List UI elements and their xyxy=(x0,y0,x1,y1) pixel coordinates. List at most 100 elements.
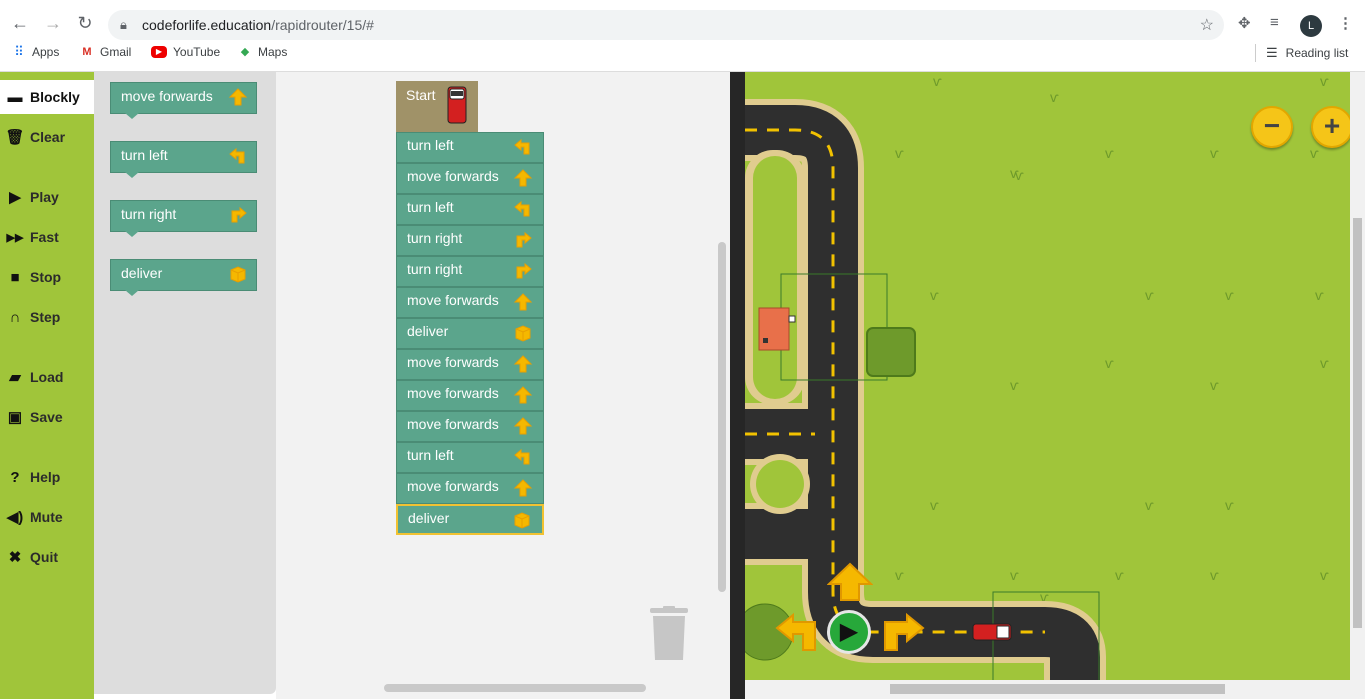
menu-clear[interactable]: 🗑︎ Clear xyxy=(0,120,94,154)
svg-text:ѵ: ѵ xyxy=(1210,145,1219,161)
zoom-in-button[interactable]: + xyxy=(1311,106,1350,148)
arrow-up-icon xyxy=(513,169,533,187)
toolbox-block-deliver[interactable]: deliver xyxy=(110,259,257,291)
arrow-right-control-icon[interactable] xyxy=(879,612,925,652)
bookmarks-separator xyxy=(1255,44,1256,62)
media-queue-icon[interactable]: ≡ xyxy=(1270,14,1279,31)
start-block[interactable]: Start xyxy=(396,81,478,132)
close-icon: ✖ xyxy=(8,549,22,566)
program-block-move-forwards[interactable]: move forwards xyxy=(396,163,544,194)
bookmark-star-icon[interactable]: ☆ xyxy=(1200,15,1214,35)
reload-icon[interactable]: ↻ xyxy=(74,12,96,34)
program-block-move-forwards[interactable]: move forwards xyxy=(396,380,544,411)
save-icon: ▣ xyxy=(7,409,23,426)
bookmark-apps[interactable]: ⠿ Apps xyxy=(12,44,59,60)
program-block-turn-right[interactable]: turn right xyxy=(396,225,544,256)
trash-icon: 🗑︎ xyxy=(5,129,25,146)
game-map[interactable]: ѵѵѵѵ ѵѵѵѵ ѵѵѵѵ ѵѵѵѵ ѵѵѵѵ ѵѵѵѵ ѵѵ − + ▶ xyxy=(745,72,1350,680)
apps-grid-icon: ⠿ xyxy=(14,44,24,59)
back-arrow-icon[interactable]: ← xyxy=(9,12,31,34)
workspace-horizontal-scrollbar[interactable] xyxy=(384,684,646,692)
svg-text:ѵ: ѵ xyxy=(1210,567,1219,583)
menu-step[interactable]: ∩ Step xyxy=(0,300,94,334)
menu-quit[interactable]: ✖ Quit xyxy=(0,540,94,574)
speaker-icon: ◀) xyxy=(6,509,24,526)
program-block-turn-right[interactable]: turn right xyxy=(396,256,544,287)
arrow-up-icon xyxy=(513,293,533,311)
workspace-vertical-scrollbar[interactable] xyxy=(718,242,726,592)
arrow-up-icon xyxy=(513,386,533,404)
blockly-icon: ▬ xyxy=(7,88,23,106)
map-horizontal-scrollbar[interactable] xyxy=(745,680,1365,699)
stop-icon: ■ xyxy=(10,268,20,286)
play-icon: ▶ xyxy=(9,189,21,206)
program-block-turn-left[interactable]: turn left xyxy=(396,194,544,225)
menu-help[interactable]: ? Help xyxy=(0,460,94,494)
svg-text:ѵ: ѵ xyxy=(1320,73,1329,89)
bookmarks-bar: ⠿ Apps M Gmail ▶ YouTube ◆ Maps ☰ Readin… xyxy=(0,40,1365,66)
bookmark-youtube[interactable]: ▶ YouTube xyxy=(151,45,220,59)
arrow-up-icon xyxy=(513,355,533,373)
program-block-move-forwards[interactable]: move forwards xyxy=(396,473,544,504)
play-control-icon[interactable]: ▶ xyxy=(827,610,871,654)
menu-load[interactable]: ▰ Load xyxy=(0,360,94,394)
map-van xyxy=(972,623,1012,641)
extensions-icon[interactable]: ✥ xyxy=(1238,14,1251,32)
map-vertical-scroll-thumb[interactable] xyxy=(1353,218,1362,628)
menu-save[interactable]: ▣ Save xyxy=(0,400,94,434)
menu-fast[interactable]: ▶▶ Fast xyxy=(0,220,94,254)
bookmark-gmail[interactable]: M Gmail xyxy=(80,45,131,59)
reading-list-icon: ☰ xyxy=(1266,45,1278,60)
arrow-right-icon xyxy=(231,206,247,223)
svg-text:ѵ: ѵ xyxy=(1310,145,1319,161)
trash-can-icon[interactable] xyxy=(648,606,690,662)
box-icon xyxy=(515,325,531,342)
arrow-left-icon xyxy=(514,448,530,465)
svg-text:ѵ: ѵ xyxy=(1145,287,1154,303)
map-horizontal-scroll-thumb[interactable] xyxy=(890,684,1225,694)
program-block-move-forwards[interactable]: move forwards xyxy=(396,349,544,380)
svg-text:ѵ: ѵ xyxy=(1315,287,1324,303)
map-vertical-scrollbar[interactable] xyxy=(1350,72,1365,680)
program-block-deliver[interactable]: deliver xyxy=(396,504,544,535)
menu-mute[interactable]: ◀) Mute xyxy=(0,500,94,534)
menu-stop[interactable]: ■ Stop xyxy=(0,260,94,294)
toolbox-block-move-forwards[interactable]: move forwards xyxy=(110,82,257,114)
url-text: codeforlife.education/rapidrouter/15/# xyxy=(142,17,374,33)
arrow-up-control-icon[interactable] xyxy=(827,562,873,602)
help-icon: ? xyxy=(10,468,20,486)
forward-arrow-icon[interactable]: → xyxy=(42,12,64,34)
reading-list-button[interactable]: ☰ Reading list xyxy=(1266,45,1348,61)
folder-icon: ▰ xyxy=(9,369,21,386)
menu-play[interactable]: ▶ Play xyxy=(0,180,94,214)
svg-text:ѵ: ѵ xyxy=(1320,355,1329,371)
program-block-deliver[interactable]: deliver xyxy=(396,318,544,349)
bookmark-maps[interactable]: ◆ Maps xyxy=(238,45,288,59)
toolbox-block-turn-left[interactable]: turn left xyxy=(110,141,257,173)
svg-text:ѵ: ѵ xyxy=(1145,497,1154,513)
menu-blockly[interactable]: ▬ Blockly xyxy=(0,80,94,114)
program-block-turn-left[interactable]: turn left xyxy=(396,132,544,163)
address-bar[interactable]: 🔒︎ codeforlife.education/rapidrouter/15/… xyxy=(108,10,1224,40)
zoom-out-button[interactable]: − xyxy=(1251,106,1293,148)
grass-decorations: ѵѵѵѵ ѵ ѵѵѵ ѵ ѵ ѵѵ ѵѵѵѵ ѵ ѵѵѵ ѵ ѵ ѵѵ ѵѵ xyxy=(895,73,1329,605)
program-block-move-forwards[interactable]: move forwards xyxy=(396,411,544,442)
svg-text:ѵ: ѵ xyxy=(1225,497,1234,513)
svg-text:ѵ: ѵ xyxy=(1015,167,1024,183)
fast-forward-icon: ▶▶ xyxy=(6,231,24,244)
blockly-workspace[interactable]: Start turn left move forwards turn left tur… xyxy=(276,72,730,699)
arrow-up-icon xyxy=(228,88,248,106)
svg-text:ѵ: ѵ xyxy=(1105,145,1114,161)
program-block-turn-left[interactable]: turn left xyxy=(396,442,544,473)
toolbox-block-turn-right[interactable]: turn right xyxy=(110,200,257,232)
svg-text:ѵ: ѵ xyxy=(930,497,939,513)
box-icon xyxy=(230,266,246,283)
kebab-menu-icon[interactable]: ⋮ xyxy=(1338,14,1353,32)
profile-avatar[interactable]: L xyxy=(1300,15,1322,37)
gmail-icon: M xyxy=(82,46,92,58)
arrow-left-control-icon[interactable] xyxy=(775,612,821,652)
game-menu: ▬ Blockly 🗑︎ Clear ▶ Play ▶▶ Fast ■ Stop ∩ Ste… xyxy=(0,72,94,699)
arrow-left-icon xyxy=(514,200,530,217)
panel-divider[interactable] xyxy=(730,72,745,699)
program-block-move-forwards[interactable]: move forwards xyxy=(396,287,544,318)
